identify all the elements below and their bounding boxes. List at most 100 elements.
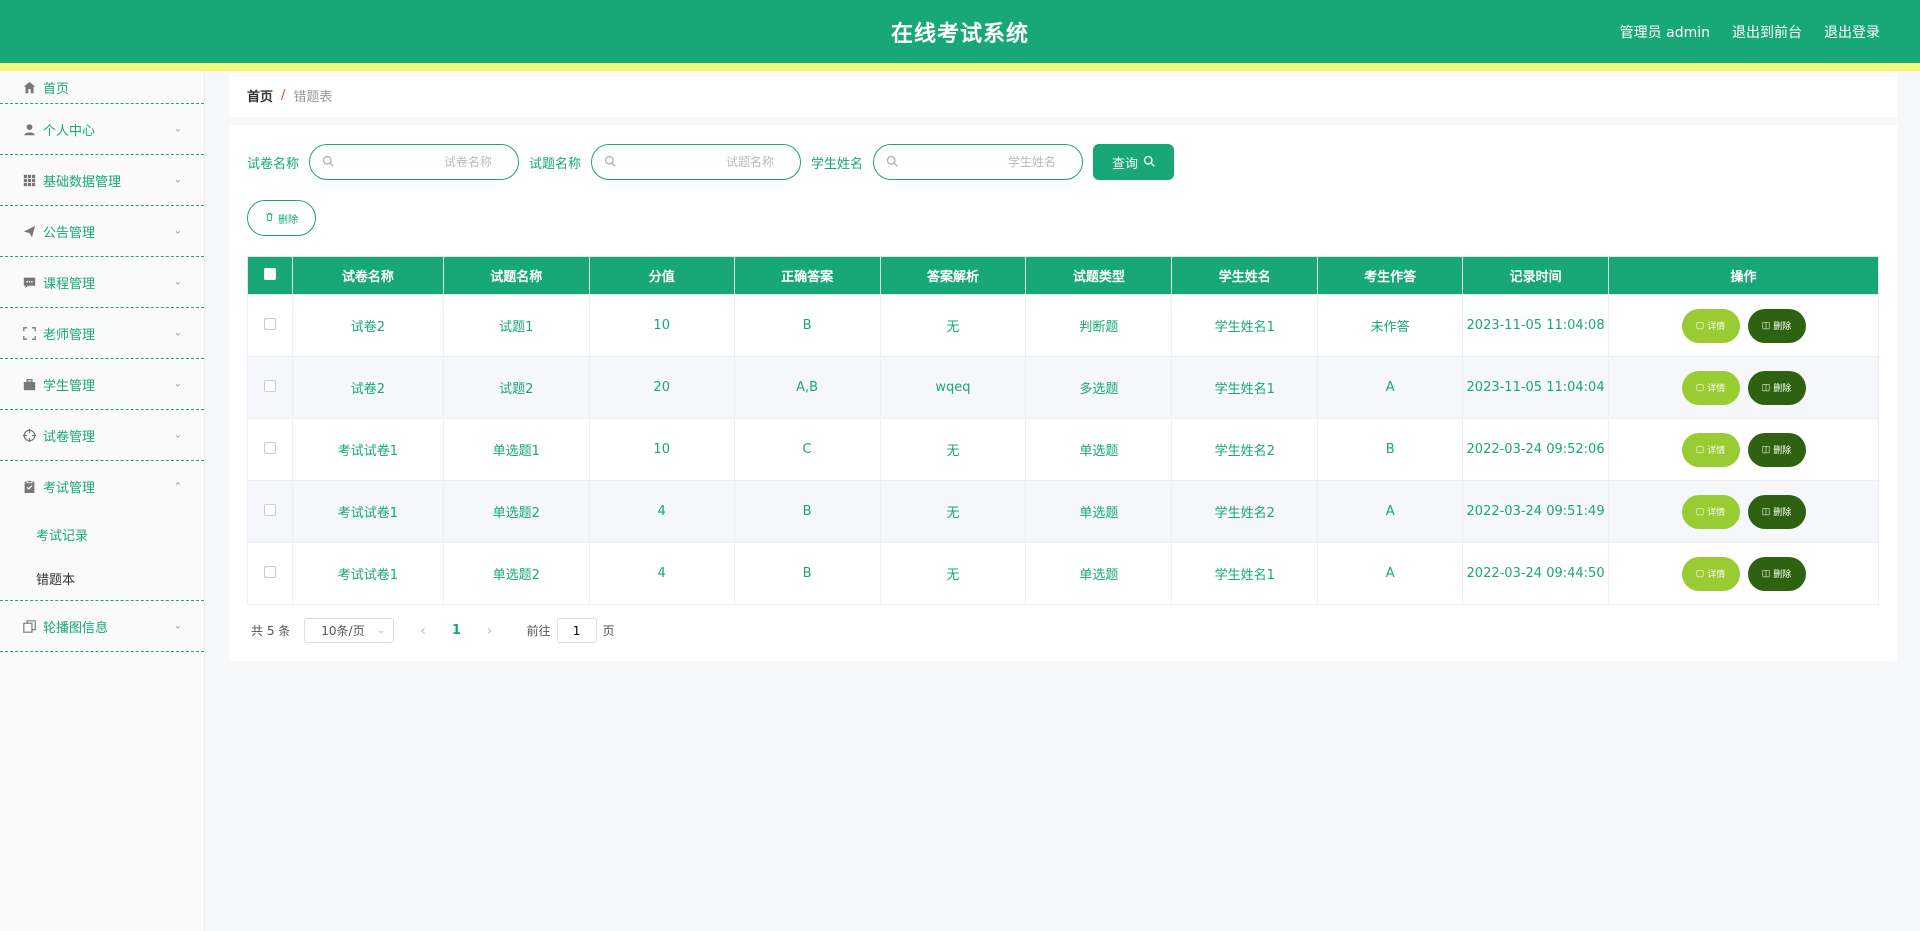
sidebar-item-teachers[interactable]: 老师管理 ⌄ xyxy=(0,308,204,359)
cell-question: 单选题2 xyxy=(442,542,590,605)
query-button[interactable]: 查询 xyxy=(1093,144,1175,180)
sidebar-item-students[interactable]: 学生管理 ⌄ xyxy=(0,359,204,410)
detail-button[interactable]: ▢ 详情 xyxy=(1681,432,1740,467)
page-size-value: 10条/页 xyxy=(321,624,365,638)
logout-link[interactable]: 退出登录 xyxy=(1824,22,1880,42)
delete-label: 删除 xyxy=(1773,445,1792,455)
header-accent-strip xyxy=(0,63,1920,71)
sidebar-item-label: 试卷管理 xyxy=(43,429,96,445)
row-select-cell xyxy=(247,480,293,543)
submenu-item-wrong-questions[interactable]: 错题本 xyxy=(0,556,204,600)
table-row: 考试试卷1 单选题2 4 B 无 单选题 学生姓名1 A 2022-03-24 … xyxy=(247,542,1879,605)
trash-icon: ◫ xyxy=(1761,382,1771,392)
table-row: 试卷2 试题1 10 B 无 判断题 学生姓名1 未作答 2023-11-05 … xyxy=(247,294,1879,357)
sidebar-item-label: 基础数据管理 xyxy=(43,174,122,190)
select-all-checkbox[interactable] xyxy=(263,267,276,280)
delete-button[interactable]: ◫ 删除 xyxy=(1747,370,1806,405)
table-row: 考试试卷1 单选题2 4 B 无 单选题 学生姓名2 A 2022-03-24 … xyxy=(247,480,1879,543)
student-name-search-box xyxy=(873,144,1084,180)
delete-button[interactable]: ◫ 删除 xyxy=(1747,308,1806,343)
cell-paper: 考试试卷1 xyxy=(291,480,444,543)
cell-analysis: wqeq xyxy=(879,356,1027,419)
row-checkbox[interactable] xyxy=(263,379,276,392)
column-header: 考生作答 xyxy=(1317,256,1464,295)
current-page-number[interactable]: 1 xyxy=(452,623,461,638)
row-checkbox[interactable] xyxy=(263,441,276,454)
goto-page-input[interactable] xyxy=(556,618,597,643)
sidebar-item-basic-data[interactable]: 基础数据管理 ⌄ xyxy=(0,155,204,206)
breadcrumb: 首页 / 错题表 xyxy=(229,73,1897,117)
page-size-select[interactable]: 10条/页 ⌄ xyxy=(304,618,395,643)
admin-user-label[interactable]: 管理员 admin xyxy=(1620,22,1710,42)
row-checkbox[interactable] xyxy=(263,317,276,330)
delete-button[interactable]: ◫ 删除 xyxy=(1747,494,1806,529)
top-header: 在线考试系统 管理员 admin 退出到前台 退出登录 xyxy=(0,0,1920,63)
trash-icon: ◫ xyxy=(1761,506,1771,516)
trash-icon: ◫ xyxy=(1761,320,1771,330)
cell-actions: ▢ 详情 ◫ 删除 xyxy=(1608,542,1879,605)
row-select-cell xyxy=(247,294,293,357)
detail-button[interactable]: ▢ 详情 xyxy=(1681,494,1740,529)
row-select-cell xyxy=(247,542,293,605)
delete-button[interactable]: ◫ 删除 xyxy=(1747,432,1806,467)
cell-analysis: 无 xyxy=(879,294,1027,357)
wrong-questions-table: 试卷名称 试题名称 分值 正确答案 答案解析 试题类型 学生姓名 考生作答 记录… xyxy=(247,256,1879,605)
cell-response: 未作答 xyxy=(1317,294,1464,357)
exit-to-frontend-link[interactable]: 退出到前台 xyxy=(1732,22,1802,42)
batch-delete-label: 删除 xyxy=(278,214,298,226)
student-name-input[interactable] xyxy=(898,155,1071,169)
sidebar-item-papers[interactable]: 试卷管理 ⌄ xyxy=(0,410,204,461)
sidebar-item-exams[interactable]: 考试管理 ⌃ xyxy=(0,461,204,512)
chevron-down-icon: ⌄ xyxy=(173,327,182,339)
row-checkbox[interactable] xyxy=(263,503,276,516)
sidebar-item-label: 首页 xyxy=(43,81,70,97)
detail-button[interactable]: ▢ 详情 xyxy=(1681,308,1740,343)
message-icon xyxy=(21,274,37,290)
goto-label: 前往 xyxy=(526,624,551,638)
select-all-cell xyxy=(247,256,293,295)
delete-button[interactable]: ◫ 删除 xyxy=(1747,556,1806,591)
sidebar-item-label: 考试管理 xyxy=(43,481,96,496)
sidebar-item-courses[interactable]: 课程管理 ⌄ xyxy=(0,257,204,308)
prev-page-button[interactable]: ‹ xyxy=(420,623,426,639)
batch-delete-button[interactable]: 删除 xyxy=(247,200,316,236)
detail-label: 详情 xyxy=(1707,383,1726,393)
breadcrumb-separator: / xyxy=(281,87,286,103)
target-icon xyxy=(21,427,37,443)
trash-icon: ◫ xyxy=(1761,568,1771,578)
question-name-input[interactable] xyxy=(616,155,789,169)
next-page-button[interactable]: › xyxy=(487,623,493,639)
exam-submenu: 考试记录 错题本 xyxy=(0,512,204,601)
cell-type: 判断题 xyxy=(1025,294,1173,357)
breadcrumb-home[interactable]: 首页 xyxy=(247,86,273,105)
column-header: 记录时间 xyxy=(1462,256,1610,295)
chevron-down-icon: ⌄ xyxy=(173,429,182,441)
detail-button[interactable]: ▢ 详情 xyxy=(1681,556,1740,591)
sidebar-item-carousel[interactable]: 轮播图信息 ⌄ xyxy=(0,601,204,652)
sidebar-item-label: 课程管理 xyxy=(43,276,96,292)
cell-type: 单选题 xyxy=(1025,418,1173,481)
cell-question: 单选题2 xyxy=(442,480,590,543)
cell-actions: ▢ 详情 ◫ 删除 xyxy=(1608,480,1879,543)
sidebar-item-personal-center[interactable]: 个人中心 ⌄ xyxy=(0,104,204,155)
cell-answer: B xyxy=(733,542,881,605)
column-header: 学生姓名 xyxy=(1171,256,1319,295)
question-name-search-box xyxy=(591,144,802,180)
submenu-item-exam-records[interactable]: 考试记录 xyxy=(0,512,204,556)
sidebar: 首页 个人中心 ⌄ 基础数据管理 ⌄ 公告管理 ⌄ 课程管理 ⌄ 老师管理 ⌄ xyxy=(0,71,205,931)
question-name-label: 试题名称 xyxy=(529,156,582,172)
paper-name-input[interactable] xyxy=(334,155,507,169)
cell-student: 学生姓名1 xyxy=(1171,542,1319,605)
sidebar-item-home[interactable]: 首页 xyxy=(0,71,204,104)
sidebar-item-label: 公告管理 xyxy=(43,225,96,241)
row-checkbox[interactable] xyxy=(263,565,276,578)
cell-question: 试题2 xyxy=(442,356,590,419)
sidebar-item-announcements[interactable]: 公告管理 ⌄ xyxy=(0,206,204,257)
cell-paper: 考试试卷1 xyxy=(291,418,444,481)
cell-score: 4 xyxy=(588,542,735,605)
detail-button[interactable]: ▢ 详情 xyxy=(1681,370,1740,405)
detail-label: 详情 xyxy=(1707,507,1726,517)
chevron-down-icon: ⌄ xyxy=(173,620,182,632)
fullscreen-icon xyxy=(21,325,37,341)
chevron-down-icon: ⌄ xyxy=(173,225,182,237)
